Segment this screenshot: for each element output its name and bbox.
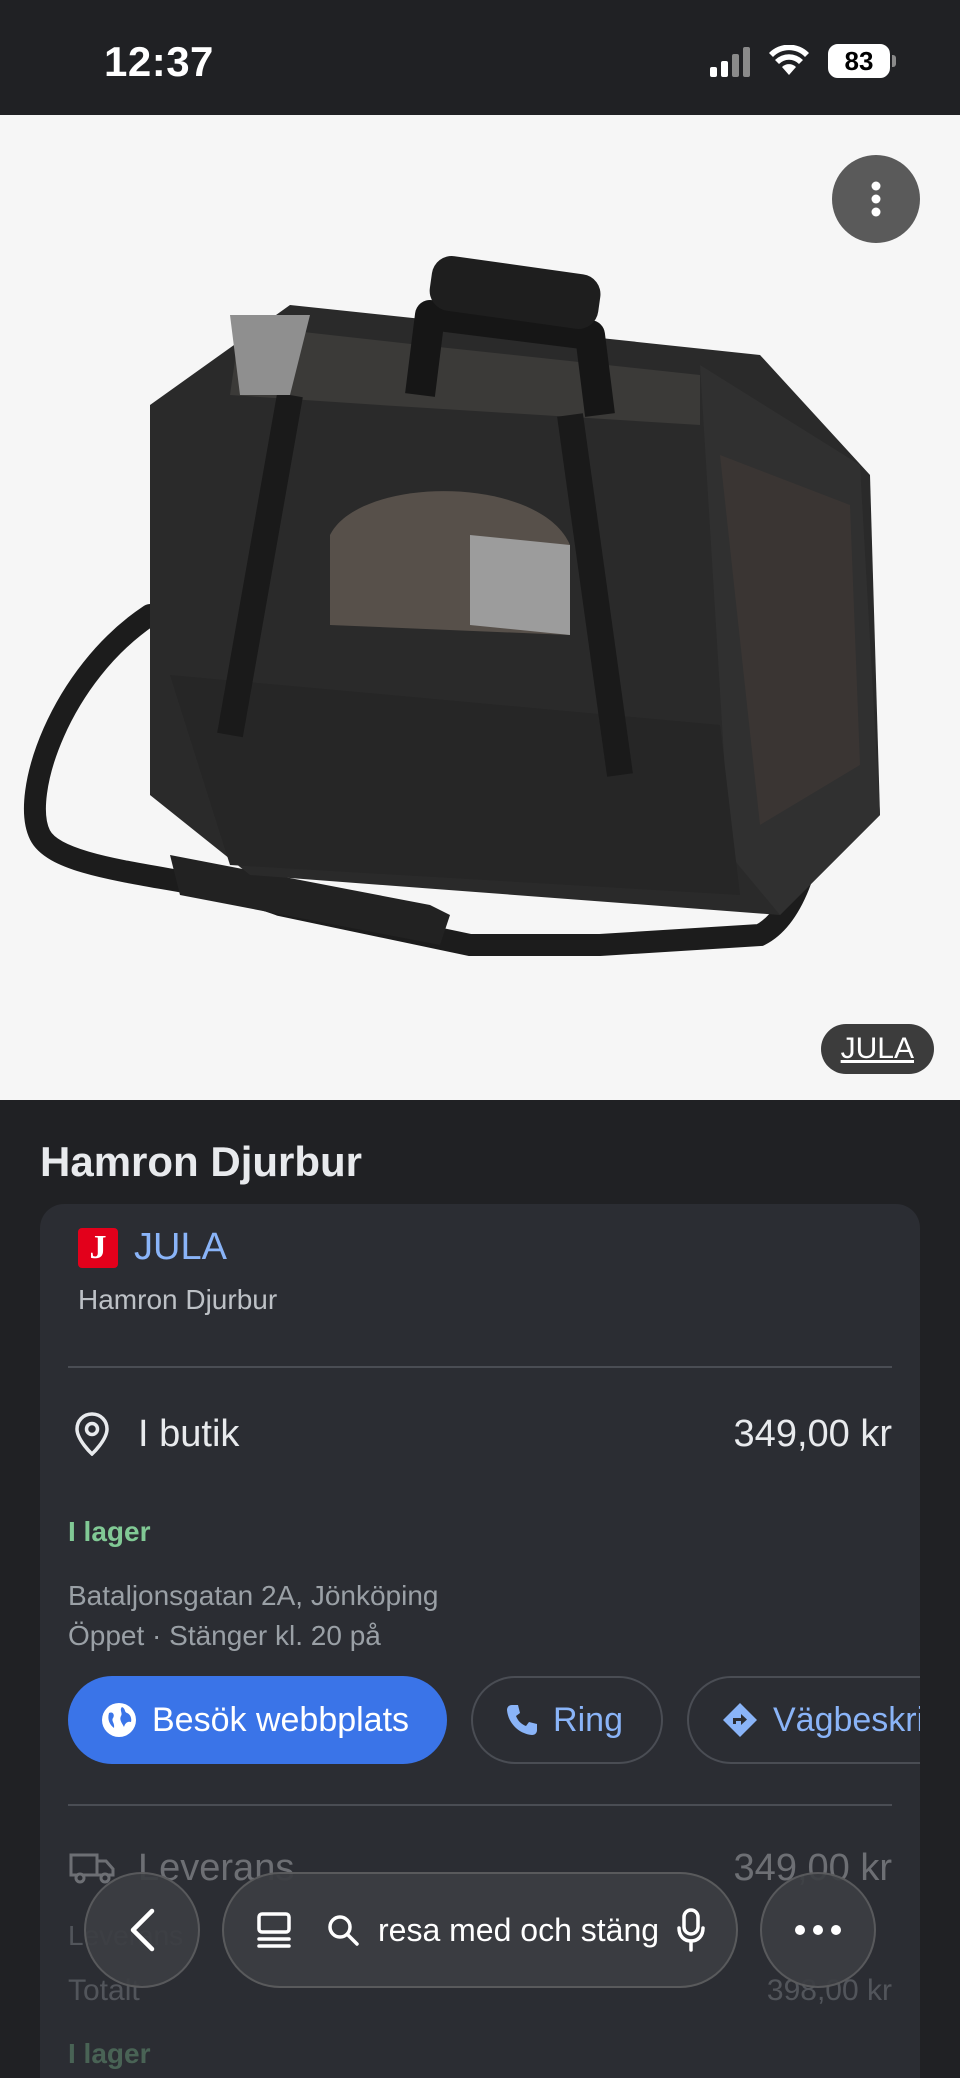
tabs-list-icon[interactable]	[254, 1910, 294, 1950]
search-bar[interactable]: resa med och stänga	[222, 1872, 738, 1988]
pet-carrier-bag-image	[23, 256, 880, 956]
store-address: Bataljonsgatan 2A, Jönköping	[68, 1580, 439, 1611]
status-icons: 83	[710, 44, 896, 78]
merchant-logo: J	[78, 1227, 118, 1268]
in-store-label: I butik	[138, 1412, 240, 1455]
delivery-stock-status: I lager	[68, 2038, 151, 2069]
location-pin-icon	[68, 1410, 116, 1458]
merchant-product-name: Hamron Djurbur	[78, 1284, 278, 1315]
directions-button[interactable]: Vägbeskrivning	[686, 1676, 920, 1764]
battery-level: 83	[828, 44, 890, 78]
phone-icon	[507, 1705, 538, 1735]
store-hours: Öppet · Stänger kl. 20 på	[68, 1620, 381, 1651]
merchant-header[interactable]: J JULA	[78, 1226, 227, 1269]
visit-website-button[interactable]: Besök webbplats	[68, 1676, 448, 1764]
action-buttons: Besök webbplats Ring Vägbeskrivning	[68, 1676, 920, 1768]
merchant-name[interactable]: JULA	[134, 1226, 227, 1269]
battery-icon: 83	[828, 44, 896, 78]
back-button[interactable]	[84, 1872, 200, 1988]
visit-website-label: Besök webbplats	[152, 1700, 410, 1739]
divider	[68, 1366, 892, 1368]
directions-icon	[722, 1703, 757, 1737]
product-image[interactable]: JULA	[0, 115, 960, 1100]
product-title: Hamron Djurbur	[40, 1138, 363, 1185]
menu-button[interactable]	[760, 1872, 876, 1988]
microphone-icon[interactable]	[676, 1908, 706, 1952]
more-vertical-icon	[871, 181, 881, 217]
in-store-row: I butik 349,00 kr	[68, 1410, 892, 1458]
call-button[interactable]: Ring	[471, 1676, 663, 1764]
divider	[68, 1804, 892, 1806]
chevron-left-icon	[130, 1908, 155, 1952]
status-time: 12:37	[104, 38, 214, 85]
in-store-price: 349,00 kr	[733, 1412, 892, 1455]
more-options-button[interactable]	[832, 155, 920, 243]
search-icon	[328, 1915, 359, 1946]
in-store-stock-status: I lager	[68, 1516, 151, 1547]
bottom-navigation: resa med och stänga	[0, 1872, 960, 2002]
cellular-signal-icon	[710, 45, 750, 77]
more-horizontal-icon	[795, 1925, 841, 1935]
search-query[interactable]: resa med och stänga	[378, 1912, 658, 1949]
call-label: Ring	[553, 1700, 623, 1739]
image-source-chip[interactable]: JULA	[820, 1024, 934, 1074]
wifi-icon	[769, 45, 809, 75]
directions-label: Vägbeskrivning	[772, 1700, 920, 1739]
status-bar: 12:37 83	[0, 0, 960, 115]
globe-icon	[102, 1703, 136, 1737]
